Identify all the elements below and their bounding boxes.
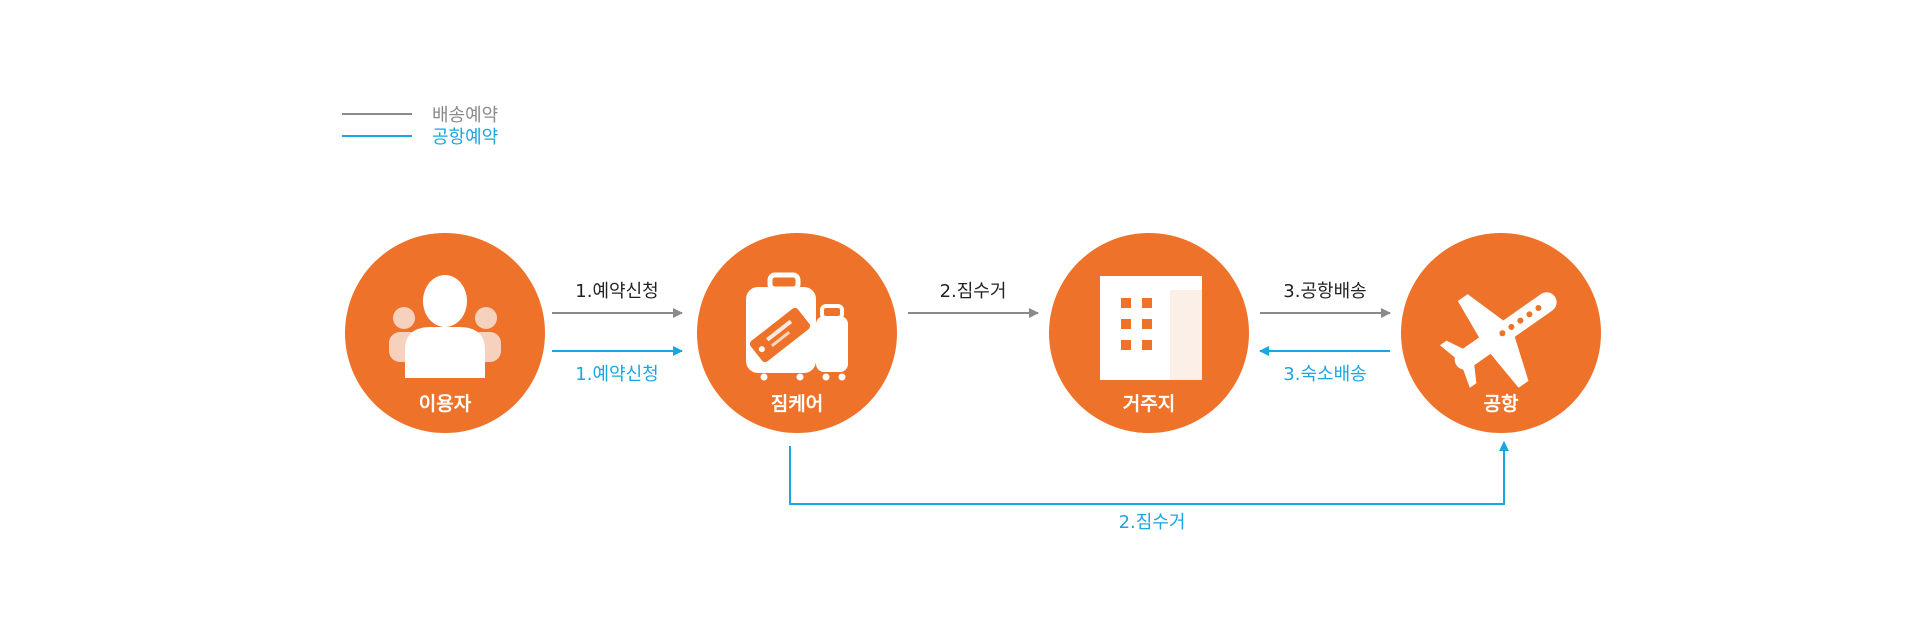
edge-label-jimcarrier-airport-airport: 2.짐수거 <box>1119 512 1186 533</box>
edges: 1.예약신청 1.예약신청 2.짐수거 3.공항배송 3.숙소배송 2.짐수거 <box>552 281 1509 533</box>
node-user: 이용자 <box>345 233 545 433</box>
node-jimcarrier: 짐케어 <box>697 233 897 433</box>
edge-label-user-jimcarrier-airport: 1.예약신청 <box>575 364 658 385</box>
node-label-jimcarrier: 짐케어 <box>771 393 823 415</box>
node-residence: 거주지 <box>1049 233 1249 433</box>
node-label-residence: 거주지 <box>1123 393 1175 415</box>
legend-label-delivery: 배송예약 <box>432 105 498 126</box>
legend-item-delivery: 배송예약 <box>342 105 498 126</box>
legend: 배송예약 공항예약 <box>342 105 498 148</box>
building-icon <box>1100 276 1202 380</box>
legend-label-airport: 공항예약 <box>432 127 498 148</box>
edge-label-jimcarrier-residence-delivery: 2.짐수거 <box>940 281 1007 302</box>
edge-label-airport-residence-airport: 3.숙소배송 <box>1283 364 1366 385</box>
node-airport: 공항 <box>1401 233 1601 433</box>
edge-jimcarrier-airport-airport <box>789 441 1509 505</box>
legend-item-airport: 공항예약 <box>342 127 498 148</box>
service-flow-diagram: 배송예약 공항예약 1.예약신청 1.예약신청 2.짐수거 3.공항배송 3.숙… <box>342 105 1601 533</box>
edge-label-residence-airport-delivery: 3.공항배송 <box>1283 281 1366 302</box>
edge-label-user-jimcarrier-delivery: 1.예약신청 <box>575 281 658 302</box>
node-label-airport: 공항 <box>1484 393 1519 415</box>
nodes: 이용자 짐케어 거주지 공항 <box>345 233 1601 433</box>
node-label-user: 이용자 <box>419 393 472 415</box>
